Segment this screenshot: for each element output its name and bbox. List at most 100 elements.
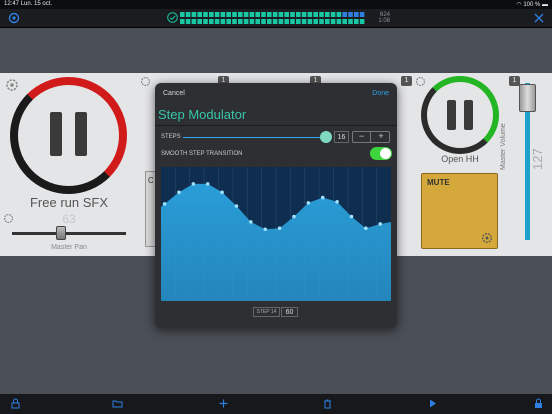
divider — [155, 125, 397, 126]
sequence-overview[interactable] — [180, 11, 366, 25]
trash-icon[interactable] — [322, 398, 333, 409]
sequence-block — [226, 19, 231, 24]
step-modulator-chart[interactable] — [161, 167, 391, 301]
sequence-block — [272, 12, 278, 17]
sequence-block — [255, 12, 260, 17]
step-indicator-value: 60 — [281, 307, 298, 317]
lock-icon[interactable] — [10, 398, 21, 409]
sequence-block — [284, 19, 289, 24]
sequence-block — [330, 19, 336, 24]
sequence-block — [342, 19, 347, 24]
sequence-block — [336, 19, 342, 24]
gear-icon[interactable] — [140, 76, 151, 87]
pan-value: 63 — [62, 212, 76, 226]
battery-icon: ▬ — [542, 2, 548, 8]
pan-slider-knob[interactable] — [56, 226, 66, 240]
folder-icon[interactable] — [112, 398, 123, 409]
sequence-block — [197, 12, 202, 17]
check-circle-icon[interactable] — [167, 12, 178, 23]
step-point[interactable] — [177, 190, 181, 195]
sequence-block — [180, 12, 185, 17]
step-modulator-dialog: Cancel Done Step Modulator STEPS 16 − + … — [155, 83, 397, 328]
step-point[interactable] — [349, 214, 354, 219]
sequence-block — [348, 12, 353, 17]
close-icon[interactable] — [533, 12, 545, 24]
pan-slider[interactable] — [12, 232, 126, 235]
step-point[interactable] — [191, 182, 196, 186]
step-point[interactable] — [277, 226, 282, 230]
sequence-block — [319, 12, 324, 17]
decrement-button[interactable]: − — [353, 132, 371, 142]
sequence-block — [272, 19, 278, 24]
steps-label: STEPS — [161, 134, 181, 140]
gear-icon[interactable] — [415, 76, 426, 87]
cancel-button[interactable]: Cancel — [163, 90, 185, 97]
sequence-block — [348, 19, 353, 24]
play-icon[interactable] — [427, 398, 438, 409]
smooth-transition-toggle[interactable] — [370, 147, 392, 160]
step-point[interactable] — [162, 202, 167, 206]
sequence-block — [296, 19, 301, 24]
sequence-block — [267, 12, 272, 17]
sequence-block — [191, 12, 197, 17]
sequence-block — [232, 19, 237, 24]
steps-value: 16 — [334, 131, 349, 143]
steps-slider-knob[interactable] — [320, 131, 332, 143]
sequence-block — [301, 19, 307, 24]
sequence-block — [267, 19, 272, 24]
sequence-block — [203, 19, 208, 24]
gear-icon[interactable] — [481, 232, 493, 244]
sequence-block — [220, 19, 226, 24]
step-point[interactable] — [306, 201, 311, 205]
status-bar: 12:47 Lun. 15 oct. ◠ 100 % ▬ — [0, 0, 552, 9]
dialog-title: Step Modulator — [158, 107, 247, 122]
sequence-block — [191, 19, 197, 24]
increment-button[interactable]: + — [372, 132, 390, 142]
sequence-block — [307, 12, 313, 17]
step-point[interactable] — [263, 227, 268, 232]
sequence-block — [243, 12, 249, 17]
sequence-block — [203, 12, 208, 17]
sequence-block — [214, 19, 220, 24]
pad-title: Free run SFX — [29, 195, 109, 210]
step-point[interactable] — [378, 222, 383, 226]
step-point[interactable] — [335, 200, 339, 204]
step-point[interactable] — [220, 190, 224, 195]
sequence-block — [249, 12, 255, 17]
step-point[interactable] — [364, 226, 368, 230]
sequence-block — [261, 19, 266, 24]
sequence-block — [313, 12, 318, 17]
sequence-block — [220, 12, 226, 17]
sequence-block — [197, 19, 202, 24]
gear-icon[interactable] — [5, 78, 19, 92]
step-point[interactable] — [249, 220, 253, 224]
steps-slider[interactable] — [183, 137, 326, 138]
step-point[interactable] — [234, 204, 239, 208]
lock-icon[interactable] — [533, 398, 544, 409]
sequence-block — [232, 12, 237, 17]
sequence-block — [243, 19, 249, 24]
pause-icon[interactable] — [447, 100, 473, 130]
sequence-block — [325, 12, 330, 17]
sequence-block — [249, 19, 255, 24]
sequence-block — [185, 12, 191, 17]
plus-icon[interactable] — [218, 398, 229, 409]
sequence-block — [278, 19, 284, 24]
gear-icon[interactable] — [8, 12, 20, 24]
sequence-block — [290, 12, 295, 17]
sequence-block — [354, 19, 359, 24]
step-point[interactable] — [205, 182, 210, 186]
sequence-block — [319, 19, 324, 24]
steps-stepper[interactable]: − + — [352, 131, 390, 143]
sequence-block — [278, 12, 284, 17]
sequence-block — [238, 12, 243, 17]
sequence-block — [209, 19, 214, 24]
mute-pad[interactable]: MUTE — [421, 173, 498, 249]
master-volume-knob[interactable] — [519, 84, 536, 112]
step-point[interactable] — [320, 195, 325, 200]
toggle-knob — [380, 148, 391, 159]
step-point[interactable] — [292, 214, 296, 219]
pad-badge: 1 — [401, 76, 412, 86]
done-button[interactable]: Done — [372, 90, 389, 97]
pause-icon[interactable] — [50, 112, 88, 156]
